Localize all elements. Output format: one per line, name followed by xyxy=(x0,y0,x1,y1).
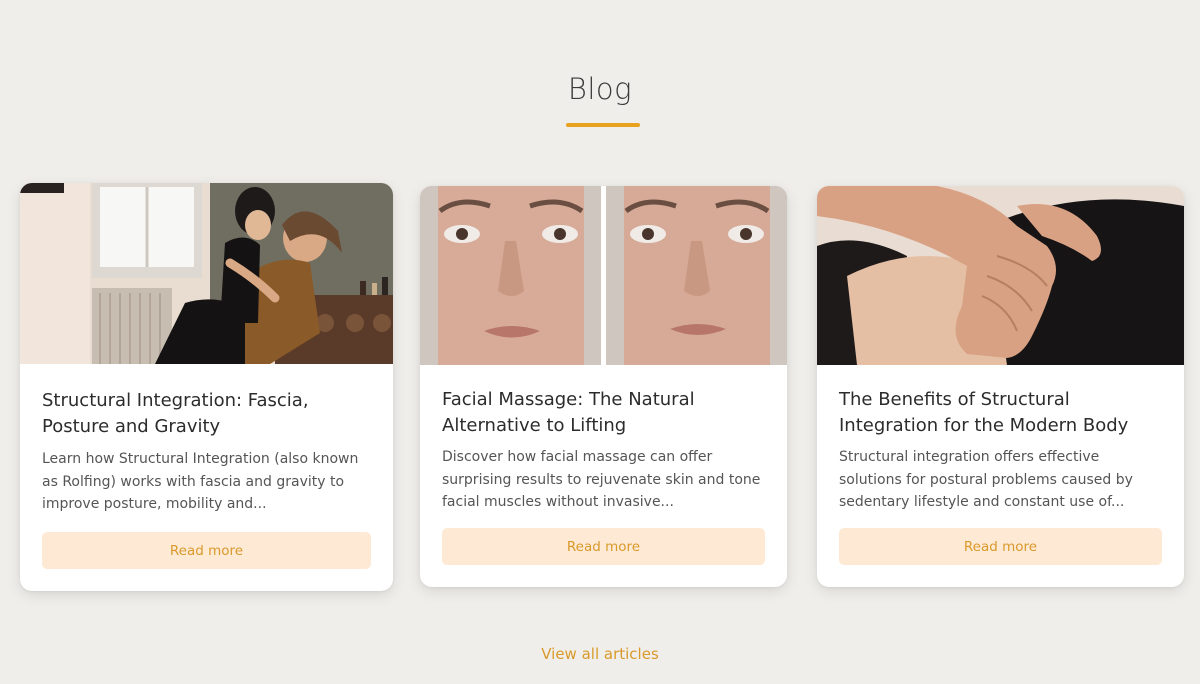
card-title[interactable]: Facial Massage: The Natural Alternative … xyxy=(442,387,765,439)
card-image-face-before-after[interactable] xyxy=(420,186,787,365)
blog-card-2[interactable]: Facial Massage: The Natural Alternative … xyxy=(420,186,787,587)
read-more-button[interactable]: Read more xyxy=(839,528,1162,565)
view-all-articles-link[interactable]: View all articles xyxy=(0,645,1200,663)
card-image-hand-massage[interactable] xyxy=(817,186,1184,365)
card-excerpt: Learn how Structural Integration (also k… xyxy=(42,451,359,512)
blog-card-1[interactable]: Structural Integration: Fascia, Posture … xyxy=(20,183,393,591)
read-more-button[interactable]: Read more xyxy=(42,532,371,569)
blog-card-3[interactable]: The Benefits of Structural Integration f… xyxy=(817,186,1184,587)
card-excerpt: Discover how facial massage can offer su… xyxy=(442,449,761,510)
section-title: Blog xyxy=(567,72,633,106)
title-underline xyxy=(566,123,640,127)
read-more-button[interactable]: Read more xyxy=(442,528,765,565)
card-image-bodywork[interactable] xyxy=(20,183,393,364)
card-title[interactable]: Structural Integration: Fascia, Posture … xyxy=(42,388,371,440)
card-excerpt: Structural integration offers effective … xyxy=(839,449,1133,510)
card-title[interactable]: The Benefits of Structural Integration f… xyxy=(839,387,1162,439)
